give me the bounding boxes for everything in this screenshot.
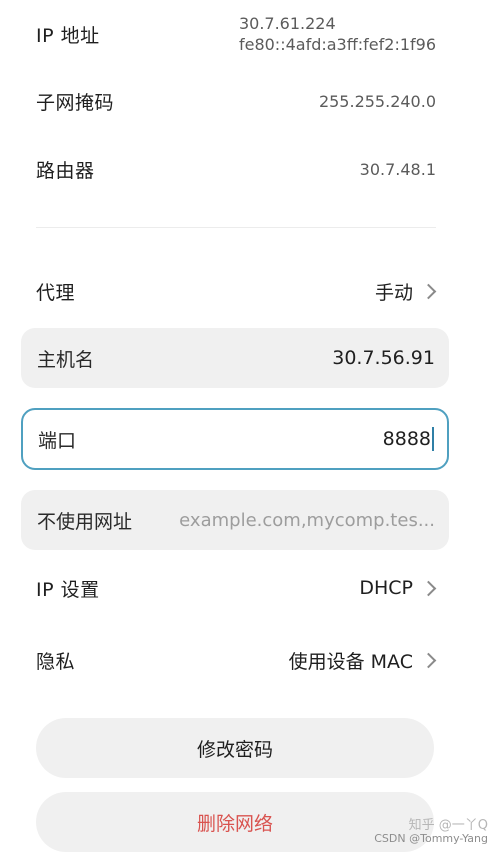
ip-address-label: IP 地址 [36, 24, 100, 47]
port-value: 8888 [382, 428, 431, 450]
text-cursor [432, 427, 434, 451]
subnet-mask-row: 子网掩码 255.255.240.0 [36, 86, 436, 116]
proxy-selector[interactable]: 手动 [375, 278, 438, 305]
watermark-zhihu: 知乎 @一丫Q [408, 818, 488, 833]
proxy-value: 手动 [374, 281, 413, 304]
ip-settings-value: DHCP [359, 577, 413, 599]
chevron-right-icon [420, 652, 437, 668]
bypass-label: 不使用网址 [37, 510, 133, 533]
privacy-value: 使用设备 MAC [288, 650, 413, 673]
router-value: 30.7.48.1 [359, 159, 436, 179]
port-field[interactable]: 端口 8888 [21, 408, 449, 470]
ip-address-v6: fe80::4afd:a3ff:fef2:1f96 [238, 35, 436, 54]
port-input[interactable]: 8888 [383, 427, 434, 451]
section-divider [36, 227, 436, 228]
privacy-label: 隐私 [36, 650, 76, 673]
ip-settings-selector[interactable]: DHCP [359, 577, 438, 599]
router-label: 路由器 [36, 159, 95, 182]
ip-address-v4: 30.7.61.224 [238, 14, 336, 33]
hostname-label: 主机名 [37, 348, 95, 371]
bypass-input[interactable]: example.com,mycomp.tes... [179, 510, 435, 531]
watermark: 知乎 @一丫Q CSDN @Tommy-Yang [374, 819, 488, 845]
chevron-right-icon [420, 283, 437, 299]
privacy-row[interactable]: 隐私 使用设备 MAC [36, 645, 438, 675]
hostname-input[interactable]: 30.7.56.91 [332, 347, 435, 369]
bypass-field[interactable]: 不使用网址 example.com,mycomp.tes... [21, 490, 449, 550]
chevron-right-icon [420, 580, 437, 596]
ip-settings-row[interactable]: IP 设置 DHCP [36, 573, 438, 603]
ip-address-row: IP 地址 30.7.61.224 fe80::4afd:a3ff:fef2:1… [36, 12, 436, 56]
proxy-row[interactable]: 代理 手动 [36, 276, 438, 306]
privacy-selector[interactable]: 使用设备 MAC [289, 647, 438, 674]
watermark-csdn: CSDN @Tommy-Yang [374, 832, 488, 845]
proxy-label: 代理 [36, 281, 76, 304]
subnet-mask-label: 子网掩码 [36, 91, 115, 114]
router-row: 路由器 30.7.48.1 [36, 154, 436, 184]
ip-settings-label: IP 设置 [36, 578, 100, 601]
hostname-field[interactable]: 主机名 30.7.56.91 [21, 328, 449, 388]
subnet-mask-value: 255.255.240.0 [318, 91, 436, 111]
ip-address-values: 30.7.61.224 fe80::4afd:a3ff:fef2:1f96 [239, 13, 436, 55]
port-label: 端口 [38, 429, 77, 452]
modify-password-button[interactable]: 修改密码 [36, 718, 434, 778]
